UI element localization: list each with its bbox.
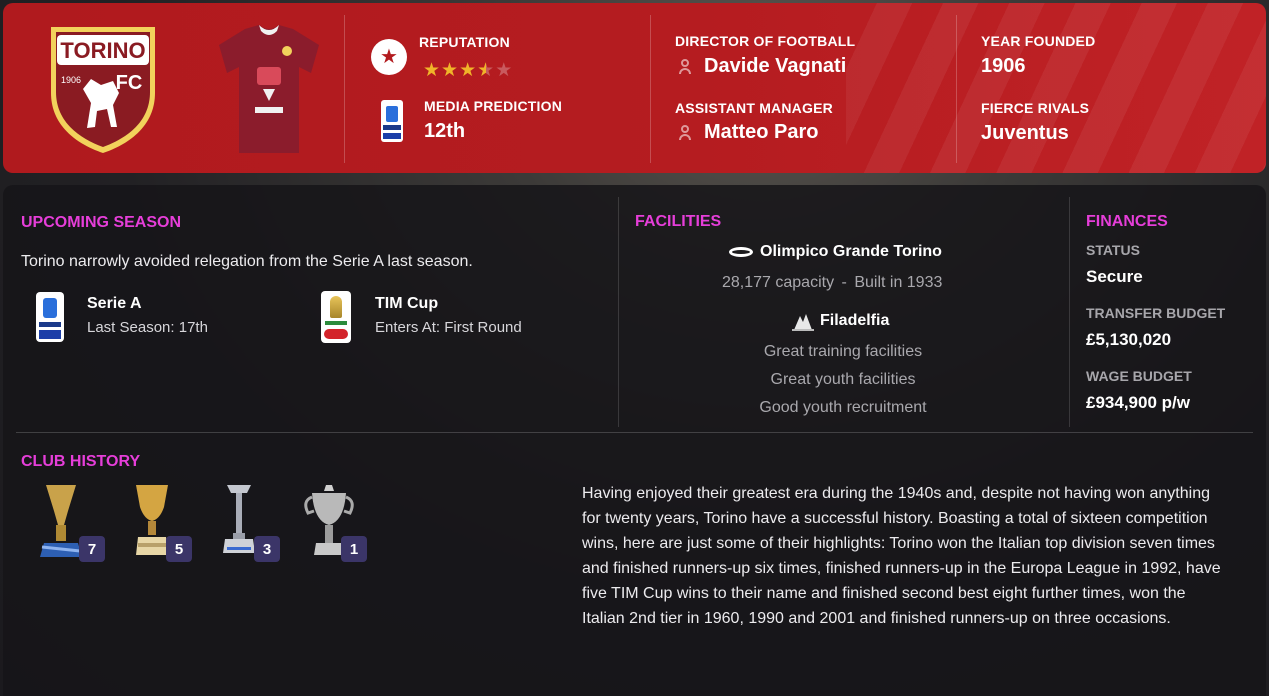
club-history-text: Having enjoyed their greatest era during…	[582, 485, 1221, 627]
header-decoration	[846, 3, 1266, 173]
competition-detail: Enters At: First Round	[375, 319, 522, 336]
stadium-separator: -	[841, 274, 847, 291]
director-label: DIRECTOR OF FOOTBALL	[675, 33, 856, 49]
trophy-count-badge: 7	[79, 536, 105, 562]
star-icon: ★	[423, 60, 442, 81]
founded-value: 1906	[981, 55, 1026, 77]
club-crest-logo[interactable]: TORINO 1906 FC	[47, 23, 159, 155]
stadium-icon	[729, 247, 753, 257]
person-icon	[677, 124, 693, 140]
trophy-count-badge: 3	[254, 536, 280, 562]
star-icon: ★	[495, 60, 514, 81]
status-value: Secure	[1086, 267, 1143, 286]
director-value[interactable]: Davide Vagnati	[704, 55, 846, 78]
crest-year-text: 1906	[61, 75, 81, 85]
wage-budget-label: WAGE BUDGET	[1086, 368, 1192, 384]
serie-a-logo-icon[interactable]	[36, 292, 64, 342]
facility-item: Good youth recruitment	[759, 399, 927, 416]
header-divider	[956, 15, 957, 163]
competition-detail: Last Season: 17th	[87, 319, 208, 336]
reputation-stars[interactable]: ★★★★★	[423, 59, 513, 82]
star-icon: ★	[441, 60, 460, 81]
rivals-label: FIERCE RIVALS	[981, 100, 1090, 116]
tim-cup-logo-icon[interactable]	[321, 291, 351, 343]
stadium-info: 28,177 capacity - Built in 1933	[722, 274, 942, 292]
serie-a-icon	[381, 100, 403, 142]
media-prediction-label: MEDIA PREDICTION	[424, 98, 563, 114]
competition-name[interactable]: Serie A	[87, 295, 142, 313]
section-divider	[1069, 197, 1070, 427]
reputation-icon: ★	[371, 39, 407, 75]
transfer-budget-label: TRANSFER BUDGET	[1086, 305, 1226, 321]
founded-label: YEAR FOUNDED	[981, 33, 1096, 49]
trophy-count-badge: 5	[166, 536, 192, 562]
transfer-budget-value[interactable]: £5,130,020	[1086, 330, 1171, 350]
header-divider	[344, 15, 345, 163]
stadium-name[interactable]: Olimpico Grande Torino	[760, 243, 942, 261]
club-history-title: CLUB HISTORY	[21, 453, 141, 470]
status-label: STATUS	[1086, 242, 1140, 258]
trophy-count-badge: 1	[341, 536, 367, 562]
media-prediction-value: 12th	[424, 120, 466, 142]
club-overview-panel: UPCOMING SEASON Torino narrowly avoided …	[3, 185, 1266, 696]
finances-title: FINANCES	[1086, 213, 1168, 230]
facility-item: Great training facilities	[763, 343, 923, 360]
section-divider	[16, 432, 1253, 433]
facilities-title: FACILITIES	[635, 213, 722, 230]
assistant-label: ASSISTANT MANAGER	[675, 100, 833, 116]
upcoming-season-title: UPCOMING SEASON	[21, 214, 182, 231]
facility-item: Great youth facilities	[770, 371, 916, 388]
person-icon	[677, 58, 693, 74]
star-icon: ★	[459, 60, 478, 81]
competition-name[interactable]: TIM Cup	[375, 295, 438, 313]
club-header: TORINO 1906 FC ★ REPUTATION ★★★★★ MEDIA …	[3, 3, 1266, 173]
stadium-built: Built in 1933	[854, 274, 943, 291]
club-kit-shirt	[219, 25, 319, 153]
reputation-label: REPUTATION	[419, 34, 510, 50]
crest-fc-text: FC	[116, 72, 143, 94]
training-ground-icon	[792, 314, 814, 331]
training-ground-name[interactable]: Filadelfia	[820, 312, 889, 330]
section-divider	[618, 197, 619, 427]
stadium-capacity: 28,177 capacity	[722, 274, 835, 291]
assistant-value[interactable]: Matteo Paro	[704, 121, 818, 144]
wage-budget-value[interactable]: £934,900 p/w	[1086, 393, 1190, 413]
crest-name-text: TORINO	[60, 38, 145, 63]
upcoming-season-summary: Torino narrowly avoided relegation from …	[21, 253, 473, 270]
rivals-value[interactable]: Juventus	[981, 122, 1069, 145]
star-icon: ★	[477, 60, 496, 81]
header-divider	[650, 15, 651, 163]
